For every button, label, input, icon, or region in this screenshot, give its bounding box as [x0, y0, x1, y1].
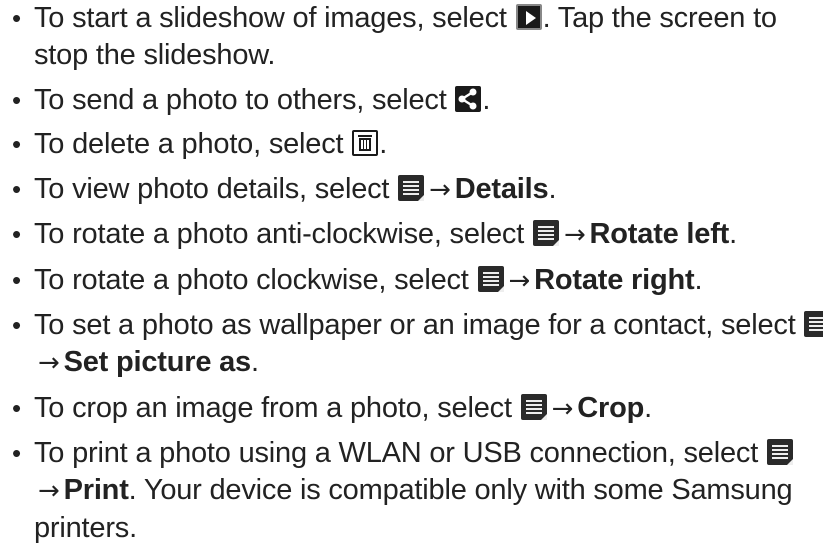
item-text-post: . Your device is compatible only with so…	[34, 474, 793, 544]
item-text-post: .	[644, 391, 652, 424]
list-item-slideshow: • To start a slideshow of images, select…	[12, 0, 823, 74]
list-item-details: • To view photo details, select → Details…	[12, 171, 823, 209]
list-item-set-picture: • To set a photo as wallpaper or an imag…	[12, 307, 823, 382]
bullet: •	[12, 310, 21, 340]
instruction-list: • To start a slideshow of images, select…	[0, 0, 823, 547]
menu-option-set-picture-as: Set picture as	[63, 346, 252, 378]
menu-option-details: Details	[454, 172, 549, 205]
item-text-post: .	[729, 218, 737, 250]
item-text: To start a slideshow of images, select	[34, 2, 515, 34]
list-item-rotate-left: • To rotate a photo anti-clockwise, sele…	[12, 216, 823, 254]
menu-option-crop: Crop	[577, 391, 645, 424]
menu-option-print: Print	[63, 474, 129, 506]
delete-icon	[352, 130, 379, 156]
list-item-crop: • To crop an image from a photo, select …	[12, 390, 823, 428]
menu-icon	[804, 311, 823, 337]
bullet: •	[12, 3, 21, 33]
arrow-icon: →	[551, 393, 574, 424]
list-item-send: • To send a photo to others, select .	[12, 82, 823, 119]
item-text: To crop an image from a photo, select	[34, 391, 520, 424]
item-text-post: .	[379, 128, 388, 160]
menu-option-rotate-left: Rotate left	[589, 218, 730, 250]
bullet: •	[12, 84, 21, 115]
item-text: To rotate a photo anti-clockwise, select	[34, 218, 532, 250]
menu-icon	[766, 439, 793, 465]
item-text: To print a photo using a WLAN or USB con…	[34, 437, 766, 469]
item-text: To delete a photo, select	[34, 128, 352, 160]
item-text-post: .	[694, 263, 703, 296]
item-text: To send a photo to others, select	[34, 83, 455, 116]
item-text: To view photo details, select	[34, 172, 398, 205]
bullet: •	[12, 438, 21, 468]
item-text: To rotate a photo clockwise, select	[34, 263, 477, 296]
bullet: •	[12, 392, 21, 423]
arrow-icon: →	[508, 265, 531, 296]
bullet: •	[12, 173, 21, 204]
play-icon	[515, 4, 542, 30]
list-item-rotate-right: • To rotate a photo clockwise, select → R…	[12, 262, 823, 300]
arrow-icon: →	[563, 220, 586, 250]
menu-icon	[477, 265, 504, 292]
item-text-post: .	[548, 172, 557, 205]
item-text-post: .	[482, 83, 491, 116]
arrow-icon: →	[38, 476, 60, 506]
item-text-post: .	[250, 346, 259, 378]
menu-icon	[532, 220, 559, 246]
arrow-icon: →	[429, 174, 451, 205]
list-item-delete: • To delete a photo, select .	[12, 126, 823, 163]
arrow-icon: →	[38, 348, 60, 378]
menu-icon	[398, 174, 425, 201]
list-item-print: • To print a photo using a WLAN or USB c…	[12, 435, 823, 547]
bullet: •	[12, 129, 21, 159]
share-icon	[455, 85, 482, 112]
instructions-page: • To start a slideshow of images, select…	[0, 0, 823, 544]
menu-option-rotate-right: Rotate right	[534, 263, 695, 296]
menu-icon	[520, 393, 547, 420]
bullet: •	[12, 219, 21, 249]
item-text: To set a photo as wallpaper or an image …	[34, 309, 804, 341]
bullet: •	[12, 264, 21, 295]
